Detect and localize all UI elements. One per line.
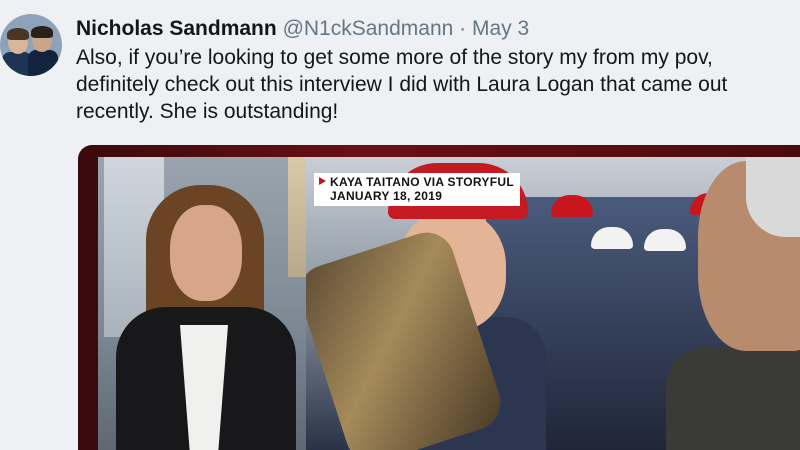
- caption-credit: KAYA TAITANO VIA STORYFUL: [330, 175, 514, 189]
- tweet: Nicholas Sandmann @N1ckSandmann · May 3 …: [0, 0, 800, 450]
- author-handle[interactable]: @N1ckSandmann: [283, 17, 454, 40]
- tweet-media[interactable]: KAYA TAITANO VIA STORYFUL JANUARY 18, 20…: [78, 145, 800, 450]
- author-name[interactable]: Nicholas Sandmann: [76, 17, 277, 40]
- tweet-text: Also, if you’re looking to get some more…: [76, 46, 728, 123]
- avatar[interactable]: [0, 14, 62, 76]
- interviewee-face: [170, 205, 242, 301]
- event-footage-panel: KAYA TAITANO VIA STORYFUL JANUARY 18, 20…: [306, 157, 800, 450]
- elder-jacket: [666, 347, 800, 450]
- tweet-header: Nicholas Sandmann @N1ckSandmann · May 3: [76, 16, 529, 42]
- header-separator: ·: [459, 17, 467, 40]
- tweet-date[interactable]: May 3: [472, 17, 529, 40]
- video-caption: KAYA TAITANO VIA STORYFUL JANUARY 18, 20…: [314, 173, 520, 206]
- avatar-figure-left-hair: [7, 28, 29, 40]
- avatar-figure-right-body: [28, 50, 58, 76]
- caption-date: JANUARY 18, 2019: [330, 189, 443, 203]
- avatar-figure-right-hair: [31, 26, 53, 38]
